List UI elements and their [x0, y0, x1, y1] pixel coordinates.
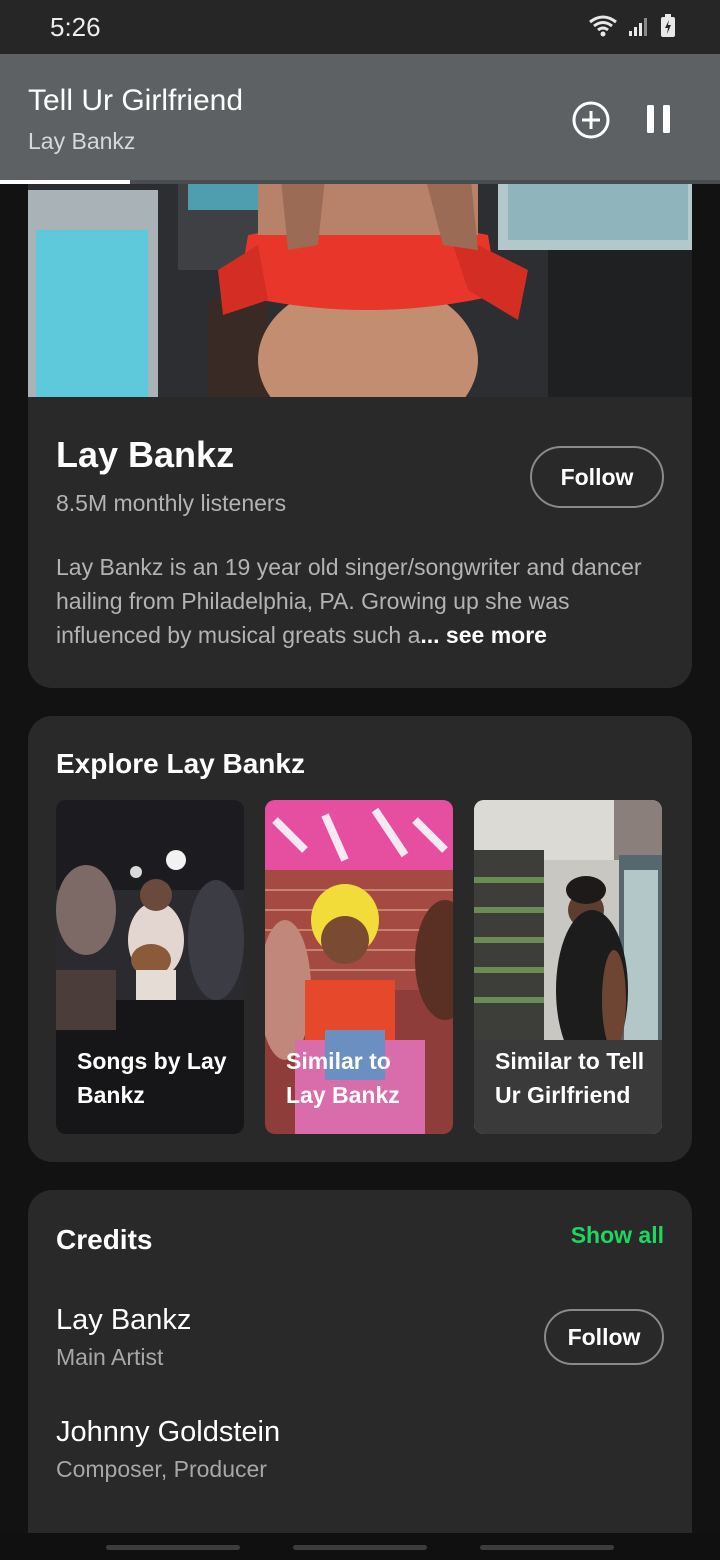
follow-credit-button[interactable]: Follow [544, 1309, 664, 1365]
artist-bio-text: Lay Bankz is an 19 year old singer/songw… [56, 554, 642, 648]
status-bar: 5:26 [0, 0, 720, 54]
explore-tile-label: Similar to Lay Bankz [286, 1048, 400, 1108]
nav-pill [480, 1545, 614, 1550]
show-all-credits-link[interactable]: Show all [571, 1222, 664, 1249]
artist-bio[interactable]: Lay Bankz is an 19 year old singer/songw… [56, 550, 666, 652]
monthly-listeners: 8.5M monthly listeners [56, 490, 287, 516]
credit-role: Composer, Producer [56, 1456, 267, 1482]
explore-tile-similar-track[interactable]: Similar to Tell Ur Girlfriend [474, 800, 662, 1134]
system-navigation-bar [0, 1533, 720, 1560]
explore-title: Explore Lay Bankz [56, 748, 305, 779]
now-playing-artist: Lay Bankz [28, 128, 136, 154]
credit-name: Johnny Goldstein [56, 1416, 281, 1448]
wifi-icon [588, 14, 618, 38]
explore-tile-songs-by[interactable]: Songs by Lay Bankz [56, 800, 244, 1134]
nav-pill [106, 1545, 240, 1550]
battery-icon [660, 14, 676, 38]
artist-photo [28, 150, 692, 397]
credits-title: Credits [56, 1224, 153, 1255]
credits-section: Credits Show all Lay Bankz Main Artist F… [28, 1190, 692, 1560]
explore-tile-similar-artist[interactable]: Similar to Lay Bankz [265, 800, 453, 1134]
follow-artist-button[interactable]: Follow [530, 446, 664, 508]
explore-tile-label: Similar to Tell Ur Girlfriend [495, 1048, 645, 1108]
status-time: 5:26 [50, 12, 101, 42]
signal-icon [628, 15, 650, 37]
credit-role: Main Artist [56, 1344, 164, 1370]
pause-icon[interactable] [644, 102, 674, 138]
nav-pill [293, 1545, 427, 1550]
artist-info-screen: 5:26 Tell Ur Girlfriend Lay Bankz Lay Ba… [0, 0, 720, 1560]
now-playing-title: Tell Ur Girlfriend [28, 84, 244, 117]
artist-name: Lay Bankz [56, 434, 235, 475]
status-icons [588, 14, 676, 38]
see-more-link[interactable]: ... see more [420, 622, 547, 648]
add-circle-icon[interactable] [571, 100, 611, 140]
explore-tile-label: Songs by Lay Bankz [77, 1048, 227, 1108]
mini-player[interactable]: Tell Ur Girlfriend Lay Bankz [0, 54, 720, 184]
playback-progress-fill [0, 180, 130, 184]
explore-section: Explore Lay Bankz Songs by Lay Bankz Sim… [28, 716, 692, 1162]
artist-about-card[interactable]: Lay Bankz 8.5M monthly listeners Follow … [28, 150, 692, 688]
credit-name: Lay Bankz [56, 1304, 192, 1336]
playback-progress-bar[interactable] [0, 180, 720, 184]
